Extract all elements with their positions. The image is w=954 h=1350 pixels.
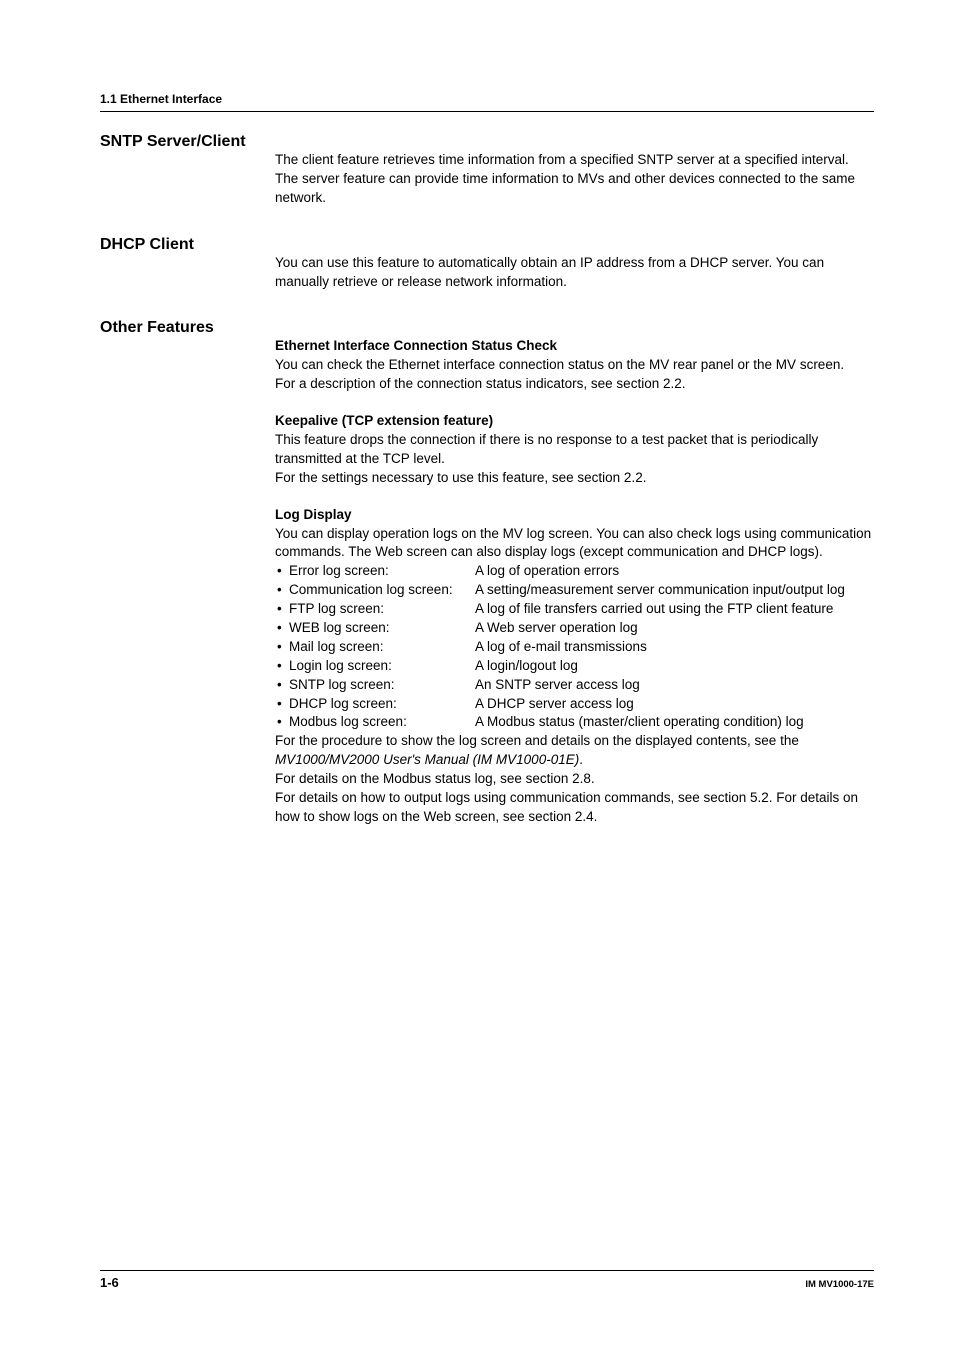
- log-post1a: For the procedure to show the log screen…: [275, 733, 799, 748]
- dhcp-body: You can use this feature to automaticall…: [100, 254, 874, 292]
- eth-p1: You can check the Ethernet interface con…: [275, 356, 874, 375]
- list-item: •WEB log screen:A Web server operation l…: [275, 619, 874, 638]
- log-intro: You can display operation logs on the MV…: [275, 525, 874, 563]
- sntp-p1: The client feature retrieves time inform…: [275, 151, 874, 170]
- content: SNTP Server/Client The client feature re…: [100, 115, 874, 827]
- log-post1: For the procedure to show the log screen…: [275, 732, 874, 770]
- page: 1.1 Ethernet Interface SNTP Server/Clien…: [0, 0, 954, 1350]
- sntp-section: SNTP Server/Client: [100, 127, 874, 151]
- keep-p1: This feature drops the connection if the…: [275, 431, 874, 469]
- list-item: •Communication log screen:A setting/meas…: [275, 581, 874, 600]
- header-section: 1.1 Ethernet Interface: [100, 92, 222, 106]
- eth-sub: Ethernet Interface Connection Status Che…: [100, 337, 874, 394]
- other-section: Other Features: [100, 313, 874, 337]
- log-post1b: MV1000/MV2000 User's Manual (IM MV1000-0…: [275, 752, 579, 767]
- list-item: •Login log screen:A login/logout log: [275, 657, 874, 676]
- sntp-p2: The server feature can provide time info…: [275, 170, 874, 208]
- eth-p2: For a description of the connection stat…: [275, 375, 874, 394]
- list-item: •Error log screen:A log of operation err…: [275, 562, 874, 581]
- page-header: 1.1 Ethernet Interface: [100, 90, 874, 112]
- page-number: 1-6: [100, 1275, 119, 1290]
- list-item: •DHCP log screen:A DHCP server access lo…: [275, 695, 874, 714]
- log-post2: For details on the Modbus status log, se…: [275, 770, 874, 789]
- keep-title: Keepalive (TCP extension feature): [275, 412, 874, 431]
- list-item: •FTP log screen:A log of file transfers …: [275, 600, 874, 619]
- other-title: Other Features: [100, 319, 275, 337]
- sntp-title: SNTP Server/Client: [100, 133, 275, 151]
- dhcp-title: DHCP Client: [100, 236, 275, 254]
- list-item: •SNTP log screen:An SNTP server access l…: [275, 676, 874, 695]
- list-item: •Modbus log screen:A Modbus status (mast…: [275, 713, 874, 732]
- log-title: Log Display: [275, 506, 874, 525]
- log-list: •Error log screen:A log of operation err…: [275, 562, 874, 732]
- keep-sub: Keepalive (TCP extension feature) This f…: [100, 412, 874, 488]
- log-post1c: .: [579, 752, 583, 767]
- dhcp-section: DHCP Client: [100, 230, 874, 254]
- doc-id: IM MV1000-17E: [805, 1279, 874, 1290]
- eth-title: Ethernet Interface Connection Status Che…: [275, 337, 874, 356]
- log-post3: For details on how to output logs using …: [275, 789, 874, 827]
- keep-p2: For the settings necessary to use this f…: [275, 469, 874, 488]
- list-item: •Mail log screen:A log of e-mail transmi…: [275, 638, 874, 657]
- sntp-body: The client feature retrieves time inform…: [100, 151, 874, 208]
- dhcp-p1: You can use this feature to automaticall…: [275, 254, 874, 292]
- log-sub: Log Display You can display operation lo…: [100, 506, 874, 827]
- page-footer: 1-6 IM MV1000-17E: [100, 1270, 874, 1290]
